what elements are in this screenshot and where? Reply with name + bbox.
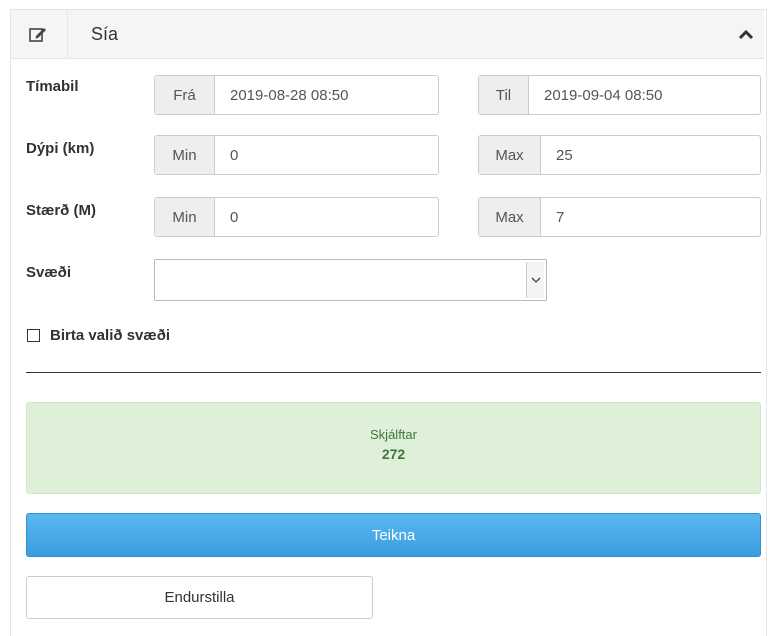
to-input-group[interactable]: Til 2019-09-04 08:50 — [478, 75, 761, 115]
depth-max-addon: Max — [479, 136, 541, 174]
magnitude-label: Stærð (M) — [26, 202, 96, 219]
magnitude-min-group[interactable]: Min 0 — [154, 197, 439, 237]
magnitude-max-group[interactable]: Max 7 — [478, 197, 761, 237]
chevron-up-icon[interactable] — [738, 28, 754, 40]
depth-min-group[interactable]: Min 0 — [154, 135, 439, 175]
depth-min-input[interactable]: 0 — [215, 136, 438, 174]
result-alert: Skjálftar 272 — [26, 402, 761, 494]
result-label: Skjálftar — [370, 427, 417, 442]
panel-header[interactable]: Sía — [11, 10, 764, 59]
magnitude-max-input[interactable]: 7 — [541, 198, 760, 236]
select-arrow[interactable] — [526, 262, 544, 298]
show-region-label[interactable]: Birta valið svæði — [50, 327, 170, 344]
from-addon: Frá — [155, 76, 215, 114]
from-input-group[interactable]: Frá 2019-08-28 08:50 — [154, 75, 439, 115]
draw-button[interactable]: Teikna — [26, 513, 761, 557]
edit-icon — [29, 28, 46, 42]
region-select[interactable] — [154, 259, 547, 301]
edit-icon-box — [11, 10, 68, 58]
from-input[interactable]: 2019-08-28 08:50 — [215, 76, 438, 114]
depth-max-group[interactable]: Max 25 — [478, 135, 761, 175]
show-region-checkbox[interactable] — [27, 329, 40, 342]
depth-max-input[interactable]: 25 — [541, 136, 760, 174]
reset-button[interactable]: Endurstilla — [26, 576, 373, 619]
region-label: Svæði — [26, 264, 72, 281]
magnitude-min-input[interactable]: 0 — [215, 198, 438, 236]
time-label: Tímabil — [26, 78, 79, 95]
depth-label: Dýpi (km) — [26, 140, 95, 157]
divider — [26, 372, 761, 373]
chevron-down-icon — [531, 277, 540, 283]
result-count: 272 — [381, 446, 406, 462]
magnitude-max-addon: Max — [479, 198, 541, 236]
to-addon: Til — [479, 76, 529, 114]
to-input[interactable]: 2019-09-04 08:50 — [529, 76, 760, 114]
magnitude-min-addon: Min — [155, 198, 215, 236]
panel-title: Sía — [91, 24, 119, 44]
depth-min-addon: Min — [155, 136, 215, 174]
